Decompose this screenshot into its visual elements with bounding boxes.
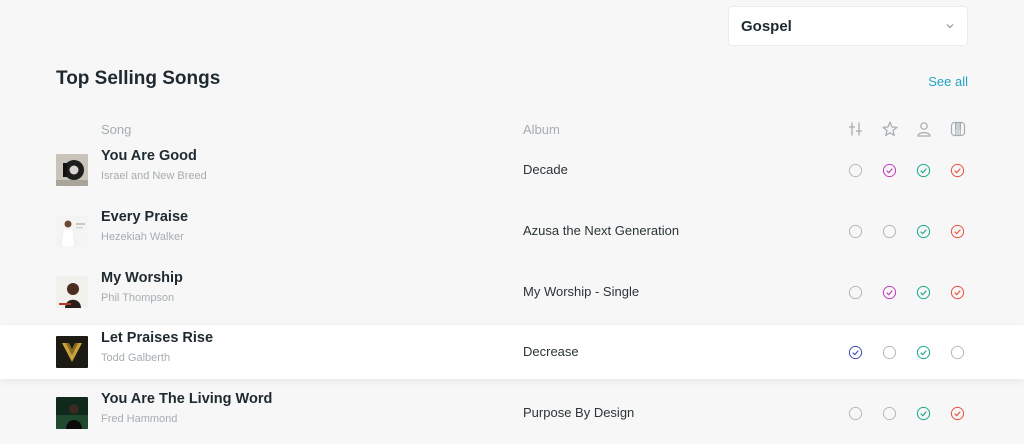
status-check-icon[interactable] bbox=[916, 285, 931, 300]
song-artist: Todd Galberth bbox=[101, 352, 171, 364]
star-icon bbox=[882, 121, 898, 137]
song-artist: Phil Thompson bbox=[101, 292, 175, 304]
status-unchecked-icon[interactable] bbox=[848, 285, 863, 300]
status-check-icon[interactable] bbox=[950, 163, 965, 178]
song-title[interactable]: My Worship bbox=[101, 270, 183, 286]
genre-dropdown[interactable]: Gospel bbox=[728, 6, 968, 46]
song-row[interactable]: Let Praises Rise Todd Galberth Decrease bbox=[0, 325, 1024, 379]
status-check-icon[interactable] bbox=[916, 406, 931, 421]
status-unchecked-icon[interactable] bbox=[848, 163, 863, 178]
song-artist: Israel and New Breed bbox=[101, 170, 207, 182]
song-artist: Fred Hammond bbox=[101, 413, 178, 425]
album-art bbox=[56, 215, 88, 247]
status-unchecked-icon[interactable] bbox=[882, 406, 897, 421]
song-title[interactable]: Every Praise bbox=[101, 209, 188, 225]
song-row[interactable]: You Are Good Israel and New Breed Decade bbox=[0, 143, 1024, 197]
chevron-down-icon bbox=[946, 24, 954, 29]
see-all-link[interactable]: See all bbox=[928, 74, 968, 89]
status-check-icon[interactable] bbox=[882, 285, 897, 300]
status-check-icon[interactable] bbox=[950, 224, 965, 239]
song-album: Decade bbox=[523, 162, 568, 177]
status-unchecked-icon[interactable] bbox=[848, 224, 863, 239]
status-unchecked-icon[interactable] bbox=[882, 224, 897, 239]
genre-dropdown-value: Gospel bbox=[741, 17, 792, 35]
status-check-icon[interactable] bbox=[916, 224, 931, 239]
song-row[interactable]: Every Praise Hezekiah Walker Azusa the N… bbox=[0, 204, 1024, 258]
status-check-icon[interactable] bbox=[848, 345, 863, 360]
piano-icon bbox=[950, 121, 966, 137]
song-artist: Hezekiah Walker bbox=[101, 231, 184, 243]
section-title: Top Selling Songs bbox=[56, 68, 221, 89]
status-check-icon[interactable] bbox=[882, 163, 897, 178]
album-art bbox=[56, 336, 88, 368]
song-album: My Worship - Single bbox=[523, 284, 640, 299]
status-unchecked-icon[interactable] bbox=[882, 345, 897, 360]
song-title[interactable]: You Are The Living Word bbox=[101, 391, 272, 407]
column-header-album: Album bbox=[523, 122, 560, 137]
song-album: Azusa the Next Generation bbox=[523, 223, 680, 238]
status-check-icon[interactable] bbox=[916, 345, 931, 360]
album-art bbox=[56, 154, 88, 186]
column-header-song: Song bbox=[101, 122, 132, 137]
song-row[interactable]: You Are The Living Word Fred Hammond Pur… bbox=[0, 386, 1024, 440]
album-art bbox=[56, 276, 88, 308]
status-check-icon[interactable] bbox=[950, 406, 965, 421]
status-unchecked-icon[interactable] bbox=[950, 345, 965, 360]
song-title[interactable]: Let Praises Rise bbox=[101, 330, 213, 346]
person-icon bbox=[917, 122, 931, 137]
status-check-icon[interactable] bbox=[916, 163, 931, 178]
song-title[interactable]: You Are Good bbox=[101, 148, 197, 164]
song-album: Decrease bbox=[523, 344, 579, 359]
status-unchecked-icon[interactable] bbox=[848, 406, 863, 421]
sliders-icon bbox=[848, 122, 863, 136]
status-check-icon[interactable] bbox=[950, 285, 965, 300]
song-album: Purpose By Design bbox=[523, 405, 635, 420]
album-art bbox=[56, 397, 88, 429]
song-row[interactable]: My Worship Phil Thompson My Worship - Si… bbox=[0, 265, 1024, 319]
